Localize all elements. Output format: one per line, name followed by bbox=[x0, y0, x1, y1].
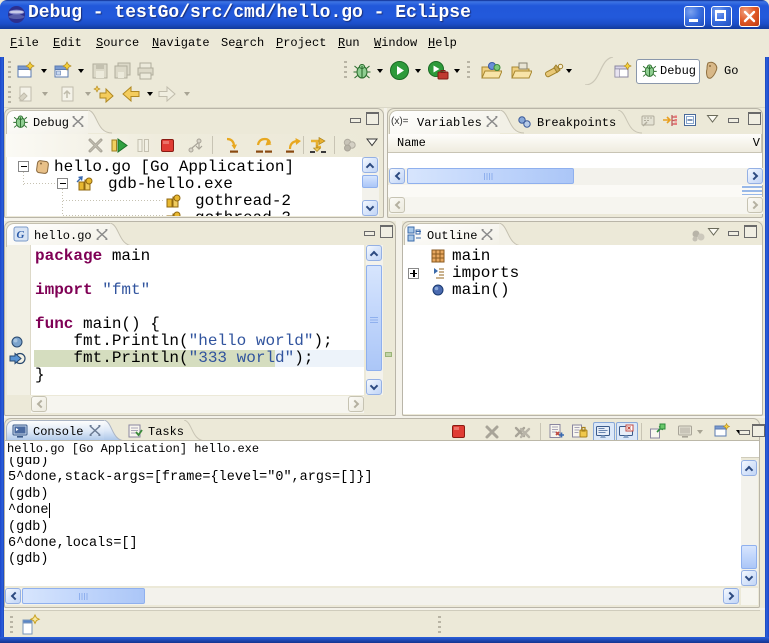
svg-text:(x)=: (x)= bbox=[391, 116, 409, 127]
svg-text:G: G bbox=[17, 229, 25, 241]
